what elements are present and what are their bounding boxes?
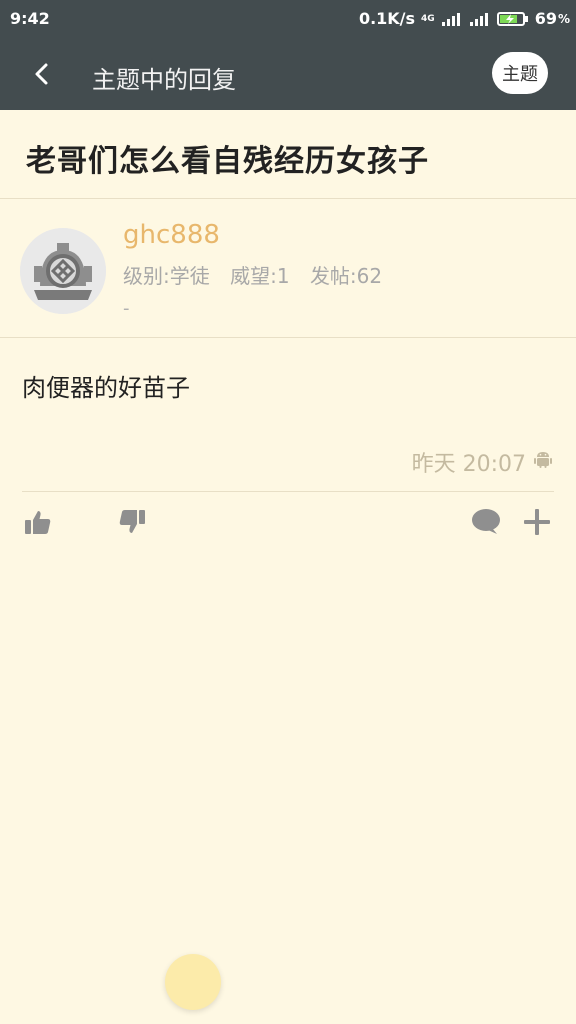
battery-level: 69 % [535, 9, 570, 28]
battery-charging-icon [496, 11, 528, 26]
username[interactable]: ghc888 [123, 220, 220, 250]
battery-value: 69 [534, 9, 557, 28]
navigation-bar: 主题中的回复 主题 [0, 40, 576, 110]
android-icon [534, 452, 552, 468]
status-time: 9:42 [10, 9, 50, 28]
user-level: 级别:学徒 [123, 264, 210, 288]
topic-button[interactable]: 主题 [492, 52, 548, 94]
user-signature: - [123, 298, 130, 319]
title-divider [0, 198, 576, 199]
profile-divider [0, 337, 576, 338]
back-arrow-icon[interactable] [28, 60, 56, 88]
cell-signal-icon-2 [469, 12, 488, 26]
status-right: 0.1K/s 4G 69 % [359, 9, 570, 28]
user-stats: 级别:学徒 威望:1 发帖:62 [123, 260, 396, 289]
page-title: 主题中的回复 [92, 66, 236, 94]
status-bar: 9:42 0.1K/s 4G 69 % [0, 0, 576, 38]
plus-icon[interactable] [521, 506, 553, 538]
battery-unit: % [557, 11, 570, 26]
diving-helmet-icon [20, 228, 106, 314]
user-reputation: 威望:1 [230, 264, 290, 288]
comment-icon[interactable] [470, 506, 502, 538]
network-type: 4G [421, 13, 435, 24]
user-post-count: 发帖:62 [309, 264, 383, 288]
top-app-bar: 9:42 0.1K/s 4G 69 % 主题中的回复 主题 [0, 0, 576, 110]
floating-action-button[interactable] [165, 954, 221, 1010]
network-speed: 0.1K/s [358, 9, 416, 28]
topic-title: 老哥们怎么看自残经历女孩子 [26, 144, 429, 179]
post-content: 肉便器的好苗子 [22, 374, 190, 402]
thumbs-up-icon[interactable] [22, 506, 54, 538]
post-divider [22, 491, 554, 492]
cell-signal-icon [441, 12, 460, 26]
avatar[interactable] [20, 228, 106, 314]
post-timestamp: 昨天 20:07 [411, 452, 526, 477]
thumbs-down-icon[interactable] [116, 506, 148, 538]
